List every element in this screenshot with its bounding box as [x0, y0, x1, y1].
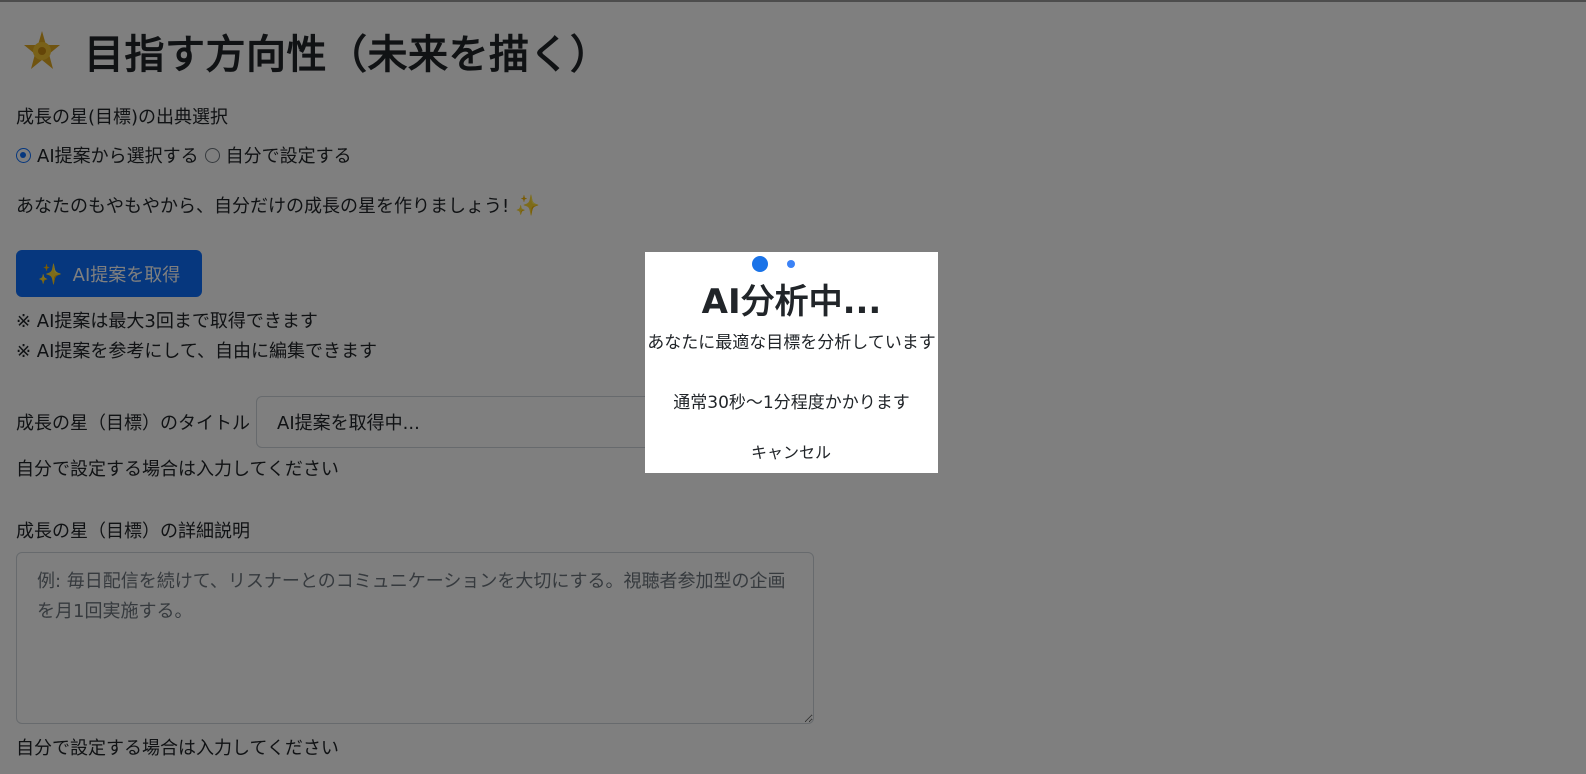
loading-spinner [645, 254, 938, 274]
loader-dot-icon [787, 260, 795, 268]
loader-dot-icon [752, 256, 768, 272]
modal-title: AI分析中... [701, 282, 882, 322]
modal-time-note: 通常30秒〜1分程度かかります [673, 393, 910, 413]
modal-description: あなたに最適な目標を分析しています [647, 333, 936, 353]
cancel-button[interactable]: キャンセル [741, 438, 841, 464]
loading-modal: AI分析中... あなたに最適な目標を分析しています 通常30秒〜1分程度かかり… [645, 252, 938, 473]
